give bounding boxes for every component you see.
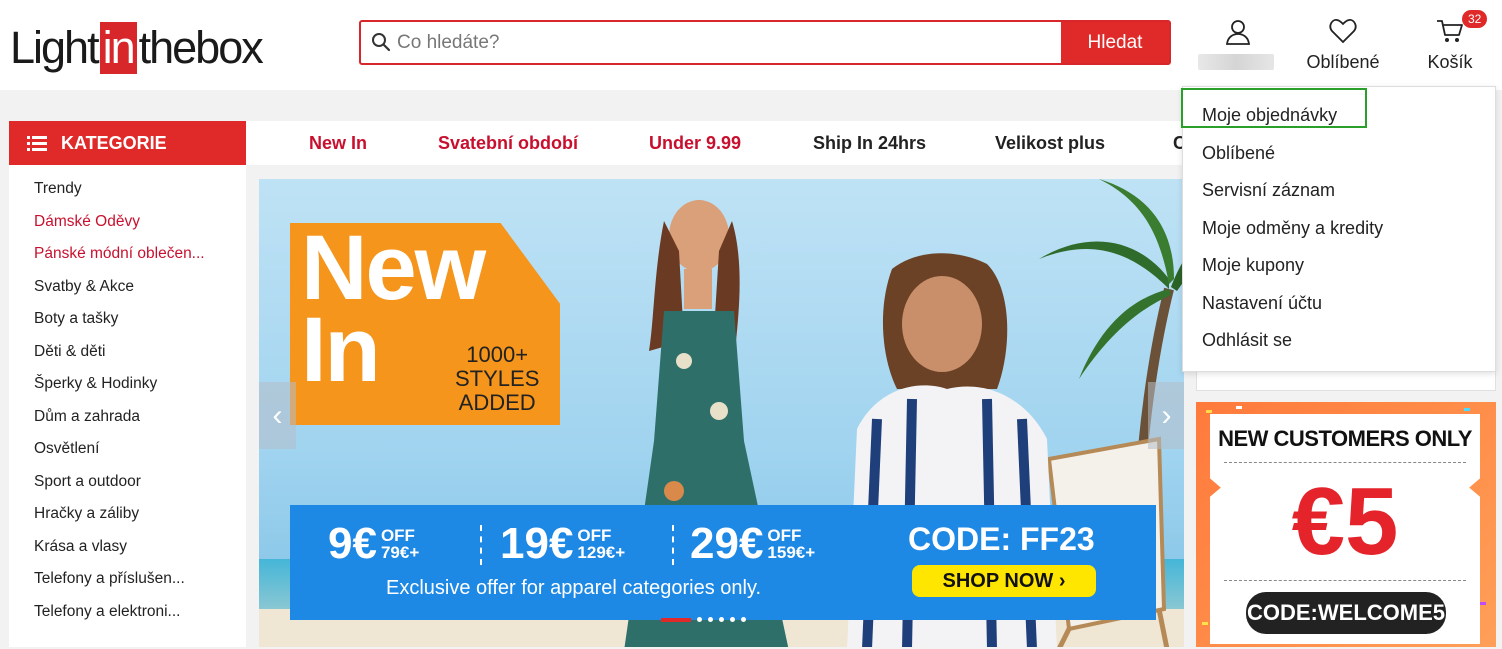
promo-strip[interactable]: 9€ OFF 79€+ 19€ OFF 129€+ 29€ OFF 159€+ CODE: … <box>290 505 1156 620</box>
wishlist-label: Oblíbené <box>1306 52 1380 72</box>
offer-2: 19€ OFF 129€+ <box>500 519 625 569</box>
category-item[interactable]: Boty a tašky <box>9 303 246 336</box>
offer-3-amount: 29€ <box>690 519 764 568</box>
styles-line-3: ADDED <box>458 390 536 415</box>
coupon-code: CODE:WELCOME5 <box>1246 592 1446 634</box>
offer-1-amount: 9€ <box>328 519 377 568</box>
cart-label: Košík <box>1427 52 1473 72</box>
search-input[interactable] <box>397 22 1057 63</box>
cart-icon <box>1437 20 1463 42</box>
category-item[interactable]: Telefony a elektroni... <box>9 596 246 629</box>
hero-banner[interactable]: New In 1000+ STYLES ADDED 9€ OFF 79€+ 19€ O… <box>259 179 1184 647</box>
offer-separator <box>672 525 674 565</box>
slide-dot[interactable] <box>708 617 713 622</box>
slide-dot[interactable] <box>741 617 746 622</box>
category-item[interactable]: Trendy <box>9 173 246 206</box>
search-icon <box>372 33 391 52</box>
slide-dot[interactable] <box>719 617 724 622</box>
headline-line-1: New <box>301 217 486 319</box>
slide-dot[interactable] <box>730 617 735 622</box>
account-menu-item[interactable]: Nastavení účtu <box>1202 293 1322 314</box>
user-icon <box>1225 20 1251 45</box>
category-item[interactable]: Děti & děti <box>9 336 246 369</box>
offer-1: 9€ OFF 79€+ <box>328 519 419 569</box>
offer-3-min: 159€+ <box>767 543 816 562</box>
nav-link[interactable]: New In <box>309 133 367 154</box>
promo-code: CODE: FF23 <box>908 521 1095 557</box>
category-item[interactable]: Dámské Oděvy <box>9 206 246 239</box>
account-dropdown-menu: Moje objednávky Oblíbené Servisní záznam Mo… <box>1182 86 1496 372</box>
next-slide-button[interactable]: › <box>1148 382 1184 449</box>
slide-dot[interactable] <box>697 617 702 622</box>
slide-dot[interactable] <box>661 617 691 622</box>
offer-2-min: 129€+ <box>577 543 626 562</box>
promo-note: Exclusive offer for apparel categories o… <box>386 577 762 599</box>
category-item[interactable]: Krása a vlasy <box>9 531 246 564</box>
offer-2-amount: 19€ <box>500 519 574 568</box>
logo[interactable]: Light in thebox <box>10 18 264 78</box>
site-header: Lightinthebox Hledat Oblíbené 32 Košík <box>0 0 1502 90</box>
category-list: Trendy Dámské Oděvy Pánské módní oblečen..… <box>9 165 246 628</box>
logo-text-post: thebox <box>138 22 264 73</box>
selected-item-highlight <box>1181 88 1367 128</box>
wishlist-button[interactable]: Oblíbené <box>1300 18 1386 73</box>
slide-indicators <box>661 617 746 622</box>
menu-icon <box>27 136 47 151</box>
logo-box: in <box>99 22 137 74</box>
category-sidebar: KATEGORIE Trendy Dámské Oděvy Pánské módní… <box>9 121 246 647</box>
account-name-blurred <box>1198 54 1274 70</box>
category-item[interactable]: Dům a zahrada <box>9 401 246 434</box>
account-menu-item[interactable]: Servisní záznam <box>1202 180 1335 201</box>
offer-3: 29€ OFF 159€+ <box>690 519 815 569</box>
category-item[interactable]: Telefony a příslušen... <box>9 563 246 596</box>
account-button[interactable] <box>1218 18 1258 46</box>
coupon-divider <box>1224 580 1466 581</box>
styles-line-2: STYLES <box>455 366 540 391</box>
account-menu-item[interactable]: Moje kupony <box>1202 255 1304 276</box>
coupon-title: NEW CUSTOMERS ONLY <box>1218 426 1472 451</box>
category-item[interactable]: Hračky a záliby <box>9 498 246 531</box>
heart-icon <box>1329 19 1357 44</box>
offer-separator <box>480 525 482 565</box>
search-button[interactable]: Hledat <box>1061 22 1169 63</box>
category-item[interactable]: Pánské módní oblečen... <box>9 238 246 271</box>
category-title: KATEGORIE <box>61 132 167 153</box>
account-menu-item[interactable]: Moje odměny a kredity <box>1202 218 1383 239</box>
top-nav: New In Svatební období Under 9.99 Ship In 2… <box>246 121 1196 165</box>
category-item[interactable]: Svatby & Akce <box>9 271 246 304</box>
logo-text-pre: Light <box>10 22 100 73</box>
styles-added-text: 1000+ STYLES ADDED <box>455 343 539 415</box>
category-item[interactable]: Sport a outdoor <box>9 466 246 499</box>
prev-slide-button[interactable]: ‹ <box>259 382 296 449</box>
coupon-divider <box>1224 462 1466 463</box>
search-bar: Hledat <box>359 20 1171 65</box>
category-item[interactable]: Šperky & Hodinky <box>9 368 246 401</box>
coupon-card: NEW CUSTOMERS ONLY €5 CODE:WELCOME5 <box>1210 414 1480 644</box>
account-menu-item[interactable]: Odhlásit se <box>1202 330 1292 351</box>
styles-line-1: 1000+ <box>466 342 529 367</box>
shop-now-button[interactable]: SHOP NOW › <box>912 565 1096 597</box>
cart-button[interactable]: 32 Košík <box>1424 10 1488 73</box>
nav-link[interactable]: Velikost plus <box>995 133 1105 154</box>
new-customer-coupon[interactable]: NEW CUSTOMERS ONLY €5 CODE:WELCOME5 <box>1196 402 1496 647</box>
coupon-value: €5 <box>1291 468 1399 575</box>
category-item[interactable]: Osvětlení <box>9 433 246 466</box>
nav-link[interactable]: Svatební období <box>438 133 578 154</box>
nav-link[interactable]: Ship In 24hrs <box>813 133 926 154</box>
account-menu-item[interactable]: Oblíbené <box>1202 143 1275 164</box>
category-header[interactable]: KATEGORIE <box>9 121 246 165</box>
offer-1-min: 79€+ <box>380 543 420 562</box>
cart-count-badge: 32 <box>1462 10 1488 28</box>
nav-link[interactable]: Under 9.99 <box>649 133 741 154</box>
